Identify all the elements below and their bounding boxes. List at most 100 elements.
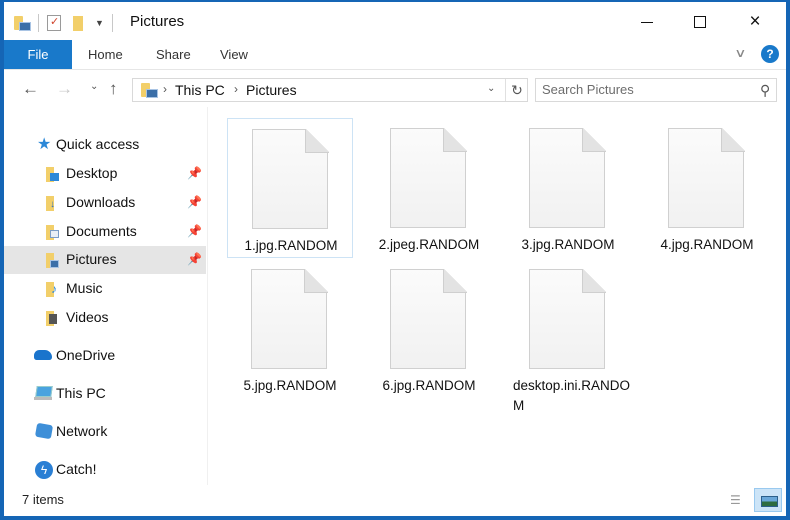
recent-locations-chevron-icon[interactable]: ⌄ bbox=[90, 81, 98, 92]
file-item[interactable]: 1.jpg.RANDOM bbox=[227, 118, 353, 258]
address-bar[interactable]: › This PC › Pictures ⌄ ↻ bbox=[132, 78, 528, 102]
navigation-bar: ← → ⌄ ↑ › This PC › Pictures ⌄ ↻ ⚲ bbox=[4, 71, 786, 107]
customize-toolbar-dropdown-icon[interactable]: ▼ bbox=[95, 18, 104, 28]
computer-base-icon bbox=[34, 397, 52, 400]
properties-icon[interactable] bbox=[47, 15, 61, 31]
sidebar-item-label: Videos bbox=[66, 309, 109, 325]
file-corner-fold bbox=[721, 128, 745, 152]
maximize-icon bbox=[694, 16, 706, 28]
file-name: 6.jpg.RANDOM bbox=[382, 378, 476, 393]
breadcrumb-separator-icon[interactable]: › bbox=[163, 82, 167, 96]
folder-icon[interactable] bbox=[14, 16, 31, 31]
search-input[interactable] bbox=[542, 82, 742, 97]
status-bar: 7 items ☰ bbox=[4, 485, 786, 516]
back-arrow-icon[interactable]: ← bbox=[22, 79, 39, 99]
pin-icon[interactable]: 📌 bbox=[187, 195, 202, 209]
breadcrumb-this-pc[interactable]: This PC bbox=[175, 82, 225, 98]
sidebar-item-label: Pictures bbox=[66, 251, 117, 267]
onedrive-cloud-icon bbox=[34, 350, 52, 360]
sidebar-item-downloads[interactable]: ↓ Downloads 📌 bbox=[4, 189, 206, 217]
breadcrumb-pictures[interactable]: Pictures bbox=[246, 82, 297, 98]
file-explorer-window: ▼ Pictures × File Home Share View ∨ ? ← … bbox=[4, 2, 786, 516]
sidebar-item-videos[interactable]: Videos bbox=[4, 304, 206, 332]
sidebar-item-label: Catch! bbox=[56, 461, 97, 477]
large-icons-view-icon[interactable] bbox=[754, 488, 782, 512]
sidebar-item-music[interactable]: ♪ Music bbox=[4, 275, 206, 303]
maximize-button[interactable] bbox=[677, 2, 723, 42]
sidebar-item-label: Documents bbox=[66, 223, 137, 239]
search-icon[interactable]: ⚲ bbox=[760, 82, 770, 99]
search-box[interactable]: ⚲ bbox=[535, 78, 777, 102]
sidebar-item-label: Desktop bbox=[66, 165, 118, 181]
sidebar-item-network[interactable]: Network bbox=[4, 418, 206, 446]
pictures-location-icon bbox=[141, 83, 158, 98]
minimize-button[interactable] bbox=[624, 2, 670, 42]
forward-arrow-icon[interactable]: → bbox=[56, 79, 73, 99]
new-folder-icon[interactable] bbox=[73, 15, 83, 31]
sidebar-item-onedrive[interactable]: OneDrive bbox=[4, 342, 206, 370]
file-corner-fold bbox=[304, 269, 328, 293]
file-item[interactable]: desktop.ini.RANDOM bbox=[505, 259, 631, 413]
desktop-folder-icon bbox=[46, 167, 60, 182]
address-dropdown-icon[interactable]: ⌄ bbox=[487, 83, 495, 94]
file-item[interactable]: 6.jpg.RANDOM bbox=[366, 259, 492, 399]
close-button[interactable]: × bbox=[732, 2, 778, 42]
file-name: 3.jpg.RANDOM bbox=[521, 237, 615, 252]
expand-ribbon-chevron-icon[interactable]: ∨ bbox=[734, 46, 746, 60]
toolbar-divider bbox=[111, 14, 113, 32]
file-corner-fold bbox=[582, 128, 606, 152]
breadcrumb-separator-icon[interactable]: › bbox=[234, 82, 238, 96]
refresh-icon[interactable]: ↻ bbox=[505, 79, 528, 101]
help-icon[interactable]: ? bbox=[761, 45, 779, 63]
file-name: 1.jpg.RANDOM bbox=[244, 238, 338, 253]
toolbar-divider bbox=[38, 14, 39, 32]
sidebar-item-this-pc[interactable]: This PC bbox=[4, 380, 206, 408]
ribbon-tabs: File Home Share View ∨ ? bbox=[4, 40, 786, 70]
tab-view[interactable]: View bbox=[220, 40, 248, 69]
videos-folder-icon bbox=[46, 311, 60, 326]
computer-icon bbox=[35, 386, 53, 397]
tab-file[interactable]: File bbox=[4, 40, 72, 69]
sidebar-item-label: Quick access bbox=[56, 136, 140, 152]
sidebar-item-catch[interactable]: ϟ Catch! bbox=[4, 456, 206, 484]
sidebar-item-desktop[interactable]: Desktop 📌 bbox=[4, 160, 206, 188]
file-item[interactable]: 3.jpg.RANDOM bbox=[505, 118, 631, 258]
file-corner-fold bbox=[582, 269, 606, 293]
up-arrow-icon[interactable]: ↑ bbox=[109, 79, 118, 99]
sidebar-item-label: This PC bbox=[56, 385, 106, 401]
file-item[interactable]: 2.jpeg.RANDOM bbox=[366, 118, 492, 258]
pictures-folder-icon bbox=[46, 253, 60, 268]
music-folder-icon: ♪ bbox=[46, 282, 60, 297]
file-item[interactable]: 4.jpg.RANDOM bbox=[644, 118, 770, 258]
file-name: 2.jpeg.RANDOM bbox=[378, 237, 480, 252]
file-corner-fold bbox=[305, 129, 329, 153]
file-corner-fold bbox=[443, 269, 467, 293]
sidebar-item-documents[interactable]: Documents 📌 bbox=[4, 218, 206, 246]
sidebar-item-label: OneDrive bbox=[56, 347, 116, 363]
network-icon bbox=[34, 422, 54, 440]
pin-icon[interactable]: 📌 bbox=[187, 166, 202, 180]
close-icon: × bbox=[749, 11, 761, 32]
file-name: 4.jpg.RANDOM bbox=[660, 237, 754, 252]
sidebar-item-pictures[interactable]: Pictures 📌 bbox=[4, 246, 206, 274]
pin-icon[interactable]: 📌 bbox=[187, 224, 202, 238]
sidebar-item-label: Network bbox=[56, 423, 108, 439]
tab-home[interactable]: Home bbox=[88, 40, 123, 69]
sidebar-item-quick-access[interactable]: ★ Quick access bbox=[4, 131, 206, 159]
file-name: 5.jpg.RANDOM bbox=[243, 378, 337, 393]
pin-icon[interactable]: 📌 bbox=[187, 252, 202, 266]
sidebar-item-label: Music bbox=[66, 280, 103, 296]
file-name: desktop.ini.RANDOM bbox=[513, 378, 631, 413]
file-item[interactable]: 5.jpg.RANDOM bbox=[227, 259, 353, 399]
downloads-folder-icon: ↓ bbox=[46, 196, 60, 211]
navigation-pane: ★ Quick access Desktop 📌 ↓ Downloads 📌 D… bbox=[4, 107, 208, 485]
sidebar-item-label: Downloads bbox=[66, 194, 136, 210]
details-view-icon[interactable]: ☰ bbox=[730, 492, 748, 508]
tab-share[interactable]: Share bbox=[156, 40, 191, 69]
item-count: 7 items bbox=[22, 492, 64, 507]
star-icon: ★ bbox=[37, 136, 52, 153]
minimize-icon bbox=[641, 21, 653, 23]
quick-access-toolbar: ▼ bbox=[14, 13, 121, 33]
catch-icon: ϟ bbox=[35, 461, 53, 479]
file-corner-fold bbox=[443, 128, 467, 152]
